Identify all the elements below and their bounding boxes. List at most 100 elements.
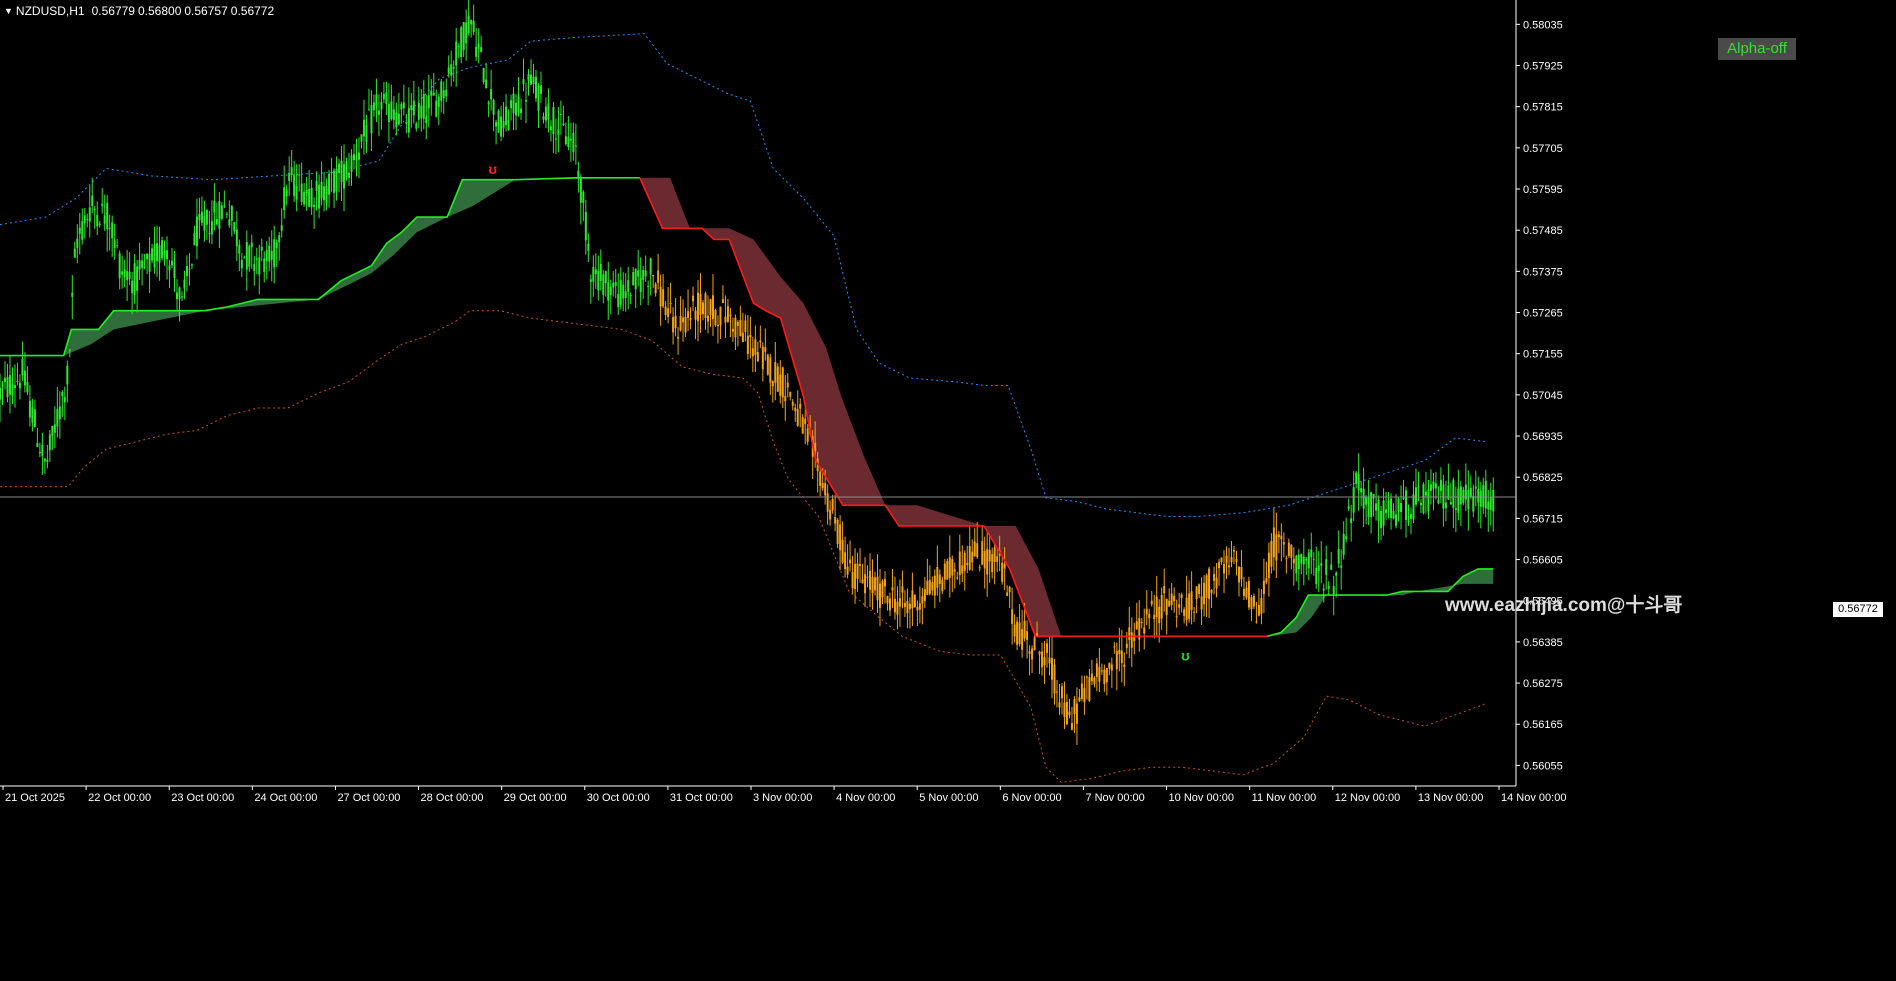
candle-body [430,90,433,96]
candle-body [1103,669,1106,685]
candle-body [864,574,867,594]
candle-body [634,268,637,290]
candle-body [874,577,877,591]
candle-body [856,563,859,579]
candle-body [298,174,301,176]
price-tick-label: 0.56165 [1523,719,1563,731]
time-tick-label: 22 Oct 00:00 [88,792,151,804]
candle-body [537,85,540,111]
time-tick-label: 10 Nov 00:00 [1169,792,1234,804]
candle-body [544,106,547,121]
candle-body [702,302,705,315]
candle-body [1297,554,1300,570]
candle-body [218,201,221,229]
candle-body [1322,588,1325,591]
candle-body [1337,548,1340,564]
candle-body [948,557,951,579]
candle-body [136,266,139,291]
price-chart[interactable]: ʊ ʊ 0.58035 0.57925 0.57815 0.57705 0.57595 0.… [0,0,1896,976]
candle-body [806,428,809,442]
candle-body [16,381,19,383]
candle-body [48,434,51,451]
candle-body [794,407,797,412]
candle-body [442,90,445,99]
candle-body [328,173,331,195]
candle-body [1095,663,1098,677]
candle-body [542,116,545,120]
candle-body [1262,580,1265,595]
candle-body [1412,494,1415,520]
price-tick-label: 0.56385 [1523,637,1563,649]
ohlc-open: 0.56779 [91,4,135,18]
candle-body [859,564,862,567]
candle-body [1315,567,1318,585]
candle-body [63,396,66,403]
chart-canvas[interactable]: ʊ ʊ 0.58035 0.57925 0.57815 0.57705 0.57595 0.… [0,0,1896,976]
candle-body [911,590,914,609]
candle-body [183,279,186,289]
time-tick-label: 31 Oct 00:00 [670,792,733,804]
candle-body [245,242,248,270]
price-tick-label: 0.57595 [1523,184,1563,196]
candle-body [632,272,635,286]
candle-body [866,576,869,578]
candle-body [13,385,16,389]
candle-body [1482,485,1485,508]
candle-body [228,219,231,226]
buy-signal-icon: ʊ [1181,648,1190,664]
candle-body [744,320,747,332]
candle-body [1,384,4,386]
candle-body [532,76,535,84]
candle-body [836,519,839,544]
candle-body [78,227,81,234]
candle-body [1048,657,1051,664]
candle-body [1036,633,1039,636]
candle-body [522,79,525,84]
candle-body [1175,616,1178,618]
candle-body [348,172,351,178]
candle-body [1228,565,1231,568]
candle-body [749,334,752,338]
price-tick-label: 0.57815 [1523,102,1563,114]
candle-body [1267,552,1270,579]
time-tick-label: 3 Nov 00:00 [753,792,812,804]
candle-body [293,174,296,197]
candle-body [1060,686,1063,699]
candle-body [360,134,363,142]
candle-body [437,96,440,108]
candle-body [1437,499,1440,504]
candle-body [1055,691,1058,693]
candle-body [1429,484,1432,491]
price-tick-label: 0.56275 [1523,678,1563,690]
candle-body [1193,611,1196,613]
candle-body [968,545,971,570]
candle-body [933,575,936,596]
candle-body [622,284,625,299]
candle-body [81,221,84,240]
candle-body [896,601,899,615]
candle-body [938,574,941,584]
candle-body [1232,550,1235,552]
candle-body [91,195,94,207]
candle-body [1237,566,1240,583]
triangle-down-icon[interactable]: ▼ [4,5,13,17]
candle-body [869,570,872,590]
candle-body [943,563,946,580]
candle-body [1300,553,1303,564]
candle-body [657,270,660,283]
alpha-toggle-button[interactable]: Alpha-off [1718,38,1796,60]
candle-body [470,20,473,25]
candle-body [103,215,106,224]
candle-body [721,299,724,303]
candle-body [754,339,757,356]
candle-body [390,101,393,120]
candle-body [826,493,829,512]
price-tick-label: 0.56825 [1523,472,1563,484]
candle-body [412,100,415,116]
candle-body [597,270,600,291]
price-tick-label: 0.57925 [1523,61,1563,73]
candle-body [1178,604,1181,608]
candle-body [156,243,159,262]
candle-body [303,191,306,205]
candle-body [1432,481,1435,489]
